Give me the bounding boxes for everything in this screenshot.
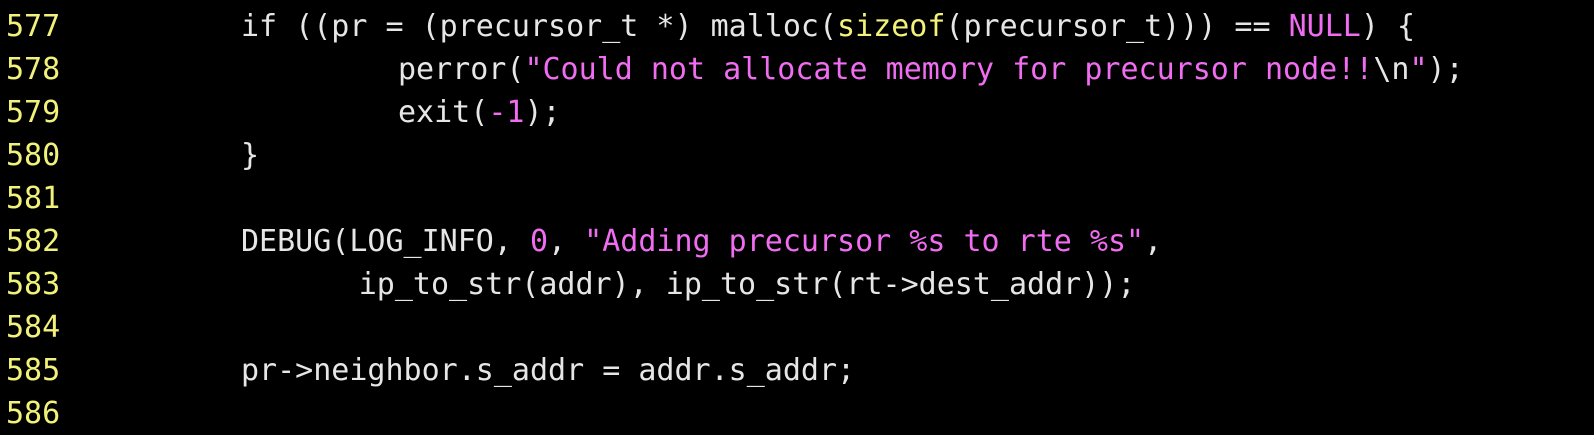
line-number: 585 xyxy=(6,353,61,388)
code-line[interactable]: 578 perror("Could not allocate memory for… xyxy=(0,48,1594,91)
code-token-default: pr->neighbor.s_addr = addr.s_addr; xyxy=(241,353,856,388)
code-token-string: "Adding precursor %s to rte %s" xyxy=(584,224,1145,259)
code-token-keyword: sizeof xyxy=(837,9,946,44)
code-editor[interactable]: 577 if ((pr = (precursor_t *) malloc(size… xyxy=(0,0,1594,431)
line-number: 583 xyxy=(6,267,61,302)
line-number: 579 xyxy=(6,95,61,130)
code-token-default: DEBUG(LOG_INFO, xyxy=(241,224,530,259)
code-token-string: "Could not allocate memory for precursor… xyxy=(524,52,1374,87)
code-token-default: (precursor_t))) == xyxy=(945,9,1289,44)
code-token-number: 0 xyxy=(529,224,549,259)
code-text: } xyxy=(241,134,259,177)
code-token-default: , xyxy=(548,224,585,259)
code-line[interactable]: 577 if ((pr = (precursor_t *) malloc(size… xyxy=(0,5,1594,48)
code-line[interactable]: 584 xyxy=(0,306,1594,349)
code-token-default: ) { xyxy=(1360,9,1416,44)
code-line[interactable]: 585 pr->neighbor.s_addr = addr.s_addr; xyxy=(0,349,1594,392)
line-number: 582 xyxy=(6,224,61,259)
line-number: 577 xyxy=(6,9,61,44)
code-text: DEBUG(LOG_INFO, 0, "Adding precursor %s … xyxy=(241,220,1162,263)
code-text: exit(-1); xyxy=(398,91,561,134)
line-number: 580 xyxy=(6,138,61,173)
line-number: 578 xyxy=(6,52,61,87)
code-token-default: , xyxy=(1144,224,1163,259)
code-text: if ((pr = (precursor_t *) malloc(sizeof(… xyxy=(241,5,1415,48)
code-line[interactable]: 581 xyxy=(0,177,1594,220)
code-token-default: ); xyxy=(1427,52,1464,87)
code-line[interactable]: 582 DEBUG(LOG_INFO, 0, "Adding precursor … xyxy=(0,220,1594,263)
code-token-number: -1 xyxy=(488,95,525,130)
code-line[interactable]: 583 ip_to_str(addr), ip_to_str(rt->dest_a… xyxy=(0,263,1594,306)
code-token-default: exit( xyxy=(398,95,489,130)
code-token-default: perror( xyxy=(398,52,525,87)
code-token-string: NULL xyxy=(1288,9,1361,44)
code-line[interactable]: 580} xyxy=(0,134,1594,177)
code-token-string: " xyxy=(1409,52,1428,87)
code-text: perror("Could not allocate memory for pr… xyxy=(398,48,1464,91)
code-token-default: \n xyxy=(1373,52,1410,87)
line-number: 581 xyxy=(6,181,61,216)
code-text: ip_to_str(addr), ip_to_str(rt->dest_addr… xyxy=(359,263,1136,306)
line-number: 584 xyxy=(6,310,61,345)
code-token-default: if ((pr = (precursor_t *) malloc( xyxy=(241,9,838,44)
code-token-default: ); xyxy=(524,95,561,130)
code-line[interactable]: 579 exit(-1); xyxy=(0,91,1594,134)
code-token-default: ip_to_str(addr), ip_to_str(rt->dest_addr… xyxy=(358,267,1136,302)
code-token-default: } xyxy=(241,138,260,173)
code-text: pr->neighbor.s_addr = addr.s_addr; xyxy=(241,349,855,392)
